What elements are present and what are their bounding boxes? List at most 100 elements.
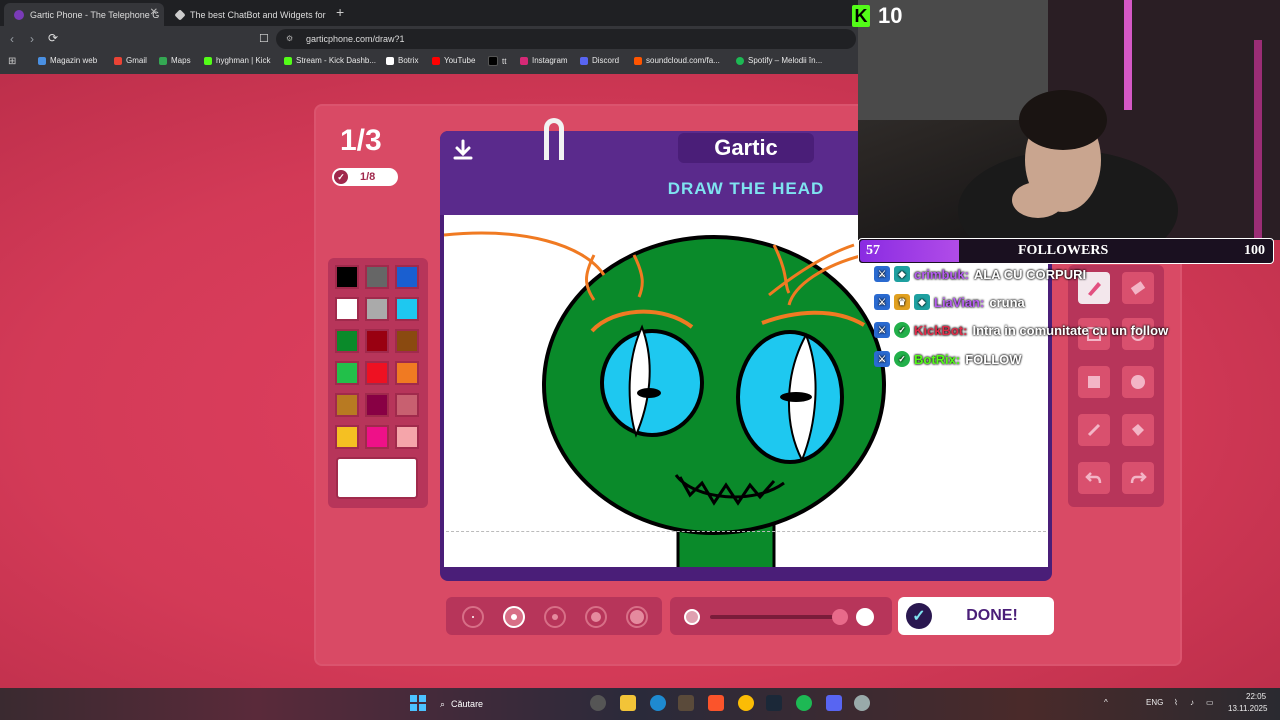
done-button[interactable]: ✓ DONE! <box>898 597 1054 635</box>
round-counter: 1/3 <box>340 124 382 157</box>
bookmark-icon[interactable]: ☐ <box>259 32 269 45</box>
bookmark-favicon-icon <box>520 56 528 65</box>
close-tab-icon[interactable]: ✕ <box>150 7 158 18</box>
bookmark-item[interactable]: Stream - Kick Dashb... <box>284 56 376 65</box>
chat-message: ⚔ ✓ BotRix: FOLLOW <box>874 351 1022 367</box>
color-swatch[interactable] <box>335 297 359 321</box>
color-swatch[interactable] <box>395 425 419 449</box>
color-swatch[interactable] <box>365 361 389 385</box>
brush-size-1[interactable] <box>462 606 484 628</box>
obs-icon[interactable] <box>590 695 606 711</box>
moderator-sword-icon: ⚔ <box>874 351 890 367</box>
chat-username: KickBot: <box>914 322 968 338</box>
apps-grid-icon[interactable]: ⊞ <box>8 56 16 67</box>
crown-badge-icon: ♛ <box>894 294 910 310</box>
bookmark-item[interactable]: Botrix <box>386 56 418 65</box>
color-swatch[interactable] <box>365 393 389 417</box>
chrome-icon[interactable] <box>738 695 754 711</box>
color-swatch[interactable] <box>365 329 389 353</box>
webcam-image <box>858 0 1280 240</box>
color-swatch[interactable] <box>395 297 419 321</box>
language-indicator[interactable]: ENG <box>1146 698 1163 707</box>
bookmark-item[interactable]: hyghman | Kick <box>204 56 271 65</box>
url-input[interactable]: garticphone.com/draw?1 <box>276 29 856 49</box>
taskbar-search[interactable]: ⌕ Căutare <box>440 694 580 714</box>
bookmark-favicon-icon <box>114 56 122 65</box>
new-tab-button[interactable]: + <box>336 4 344 20</box>
bookmark-favicon-icon <box>204 56 212 65</box>
clock-date[interactable]: 13.11.2025 <box>1228 704 1267 713</box>
line-tool-icon[interactable] <box>1078 414 1110 446</box>
brush-size-4[interactable] <box>585 606 607 628</box>
edge-icon[interactable] <box>650 695 666 711</box>
check-icon: ✓ <box>334 170 348 184</box>
forward-icon[interactable]: › <box>30 32 34 46</box>
botrix-favicon-icon <box>174 8 186 21</box>
volume-icon[interactable]: ♪ <box>1190 698 1194 707</box>
bookmark-label: Gmail <box>126 56 147 65</box>
rectangle-fill-tool-icon[interactable] <box>1078 366 1110 398</box>
bookmark-label: Discord <box>592 56 620 65</box>
circle-fill-tool-icon[interactable] <box>1122 366 1154 398</box>
color-swatch[interactable] <box>365 265 389 289</box>
color-swatch[interactable] <box>335 329 359 353</box>
tab-chatbot[interactable]: The best ChatBot and Widgets for Ki <box>166 3 326 26</box>
discord-icon[interactable] <box>826 695 842 711</box>
color-swatch[interactable] <box>395 329 419 353</box>
bookmark-item[interactable]: Instagram <box>520 56 568 65</box>
bookmark-item[interactable]: Maps <box>159 56 191 65</box>
settings-gear-icon[interactable] <box>854 695 870 711</box>
gartic-logo: Gartic <box>678 133 814 163</box>
tab-gartic-phone[interactable]: Gartic Phone - The Telephone G ✕ <box>4 3 164 26</box>
color-swatch[interactable] <box>335 393 359 417</box>
bookmark-item[interactable]: Spotify – Melodii în... <box>736 56 822 65</box>
bookmark-item[interactable]: Magazin web <box>38 56 97 65</box>
clock-time[interactable]: 22:05 <box>1246 692 1266 701</box>
wifi-icon[interactable]: ⌇ <box>1174 698 1178 707</box>
chat-username: LiaVian: <box>934 294 985 310</box>
active-color-preview[interactable] <box>336 457 418 499</box>
minecraft-icon[interactable] <box>678 695 694 711</box>
bookmark-favicon-icon <box>159 56 167 65</box>
reload-icon[interactable]: ⟳ <box>48 31 58 45</box>
bookmark-item[interactable]: tt <box>488 56 506 66</box>
brave-icon[interactable] <box>708 695 724 711</box>
color-swatch[interactable] <box>335 425 359 449</box>
color-swatch[interactable] <box>395 393 419 417</box>
color-swatch[interactable] <box>395 361 419 385</box>
bookmark-favicon-icon <box>580 56 588 65</box>
back-icon[interactable]: ‹ <box>10 32 14 46</box>
bookmark-favicon-icon <box>386 56 394 65</box>
done-label: DONE! <box>966 607 1018 624</box>
tray-expand-icon[interactable]: ^ <box>1104 698 1108 707</box>
opacity-slider-thumb[interactable] <box>832 609 848 625</box>
bucket-tool-icon[interactable] <box>1122 414 1154 446</box>
chat-text: Intra in comunitate cu un follow <box>972 322 1169 338</box>
color-swatch[interactable] <box>335 265 359 289</box>
opacity-slider-track[interactable] <box>710 615 840 619</box>
brush-size-3[interactable] <box>544 606 566 628</box>
color-swatch[interactable] <box>395 265 419 289</box>
site-info-icon[interactable]: ⚙ <box>286 34 296 44</box>
bookmark-favicon-icon <box>736 56 744 65</box>
color-swatch[interactable] <box>335 361 359 385</box>
moderator-sword-icon: ⚔ <box>874 294 890 310</box>
file-explorer-icon[interactable] <box>620 695 636 711</box>
spotify-icon[interactable] <box>796 695 812 711</box>
bookmark-item[interactable]: Gmail <box>114 56 147 65</box>
chat-text: ALA CU CORPURI <box>973 266 1087 282</box>
download-icon[interactable] <box>451 138 475 167</box>
bookmark-item[interactable]: soundcloud.com/fa... <box>634 56 720 65</box>
color-swatch[interactable] <box>365 297 389 321</box>
battery-icon[interactable]: ▭ <box>1206 698 1214 707</box>
eraser-tool-icon[interactable] <box>1122 272 1154 304</box>
steam-icon[interactable] <box>766 695 782 711</box>
brush-size-2[interactable] <box>503 606 525 628</box>
color-swatch[interactable] <box>365 425 389 449</box>
undo-icon[interactable] <box>1078 462 1110 494</box>
bookmark-item[interactable]: Discord <box>580 56 619 65</box>
redo-icon[interactable] <box>1122 462 1154 494</box>
bookmark-item[interactable]: YouTube <box>432 56 475 65</box>
windows-start-icon[interactable] <box>410 695 426 711</box>
brush-size-5[interactable] <box>626 606 648 628</box>
